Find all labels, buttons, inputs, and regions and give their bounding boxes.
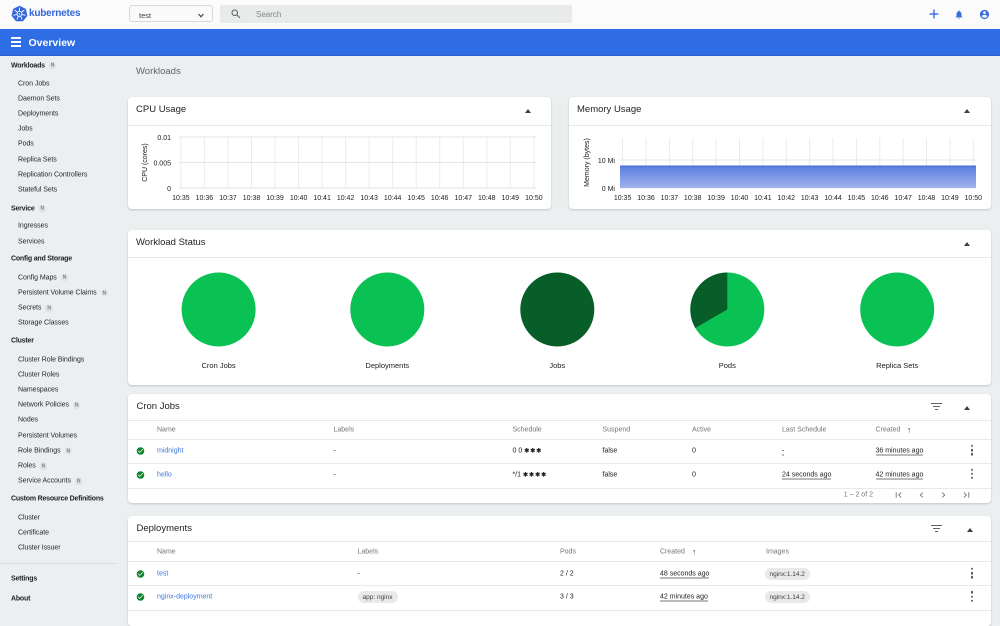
svg-text:0: 0 — [167, 186, 171, 193]
svg-text:10:48: 10:48 — [918, 195, 936, 202]
svg-text:0.005: 0.005 — [153, 161, 171, 168]
svg-text:10:44: 10:44 — [824, 195, 842, 202]
svg-text:10:43: 10:43 — [801, 195, 819, 202]
svg-text:10:42: 10:42 — [337, 195, 355, 202]
svg-text:0.01: 0.01 — [157, 135, 171, 142]
svg-text:10:44: 10:44 — [384, 195, 402, 202]
svg-text:10:50: 10:50 — [525, 195, 543, 202]
svg-text:Pods: Pods — [719, 361, 736, 370]
svg-text:10:35: 10:35 — [172, 195, 190, 202]
svg-text:10:36: 10:36 — [637, 195, 655, 202]
svg-text:10:45: 10:45 — [407, 195, 425, 202]
svg-text:Deployments: Deployments — [365, 361, 409, 370]
svg-text:10:40: 10:40 — [290, 195, 308, 202]
svg-text:10:43: 10:43 — [360, 195, 378, 202]
svg-text:10:38: 10:38 — [243, 195, 261, 202]
svg-text:10:49: 10:49 — [502, 195, 520, 202]
svg-text:Cron Jobs: Cron Jobs — [202, 361, 236, 370]
svg-text:10:40: 10:40 — [731, 195, 749, 202]
svg-text:10:49: 10:49 — [941, 195, 959, 202]
svg-text:10:35: 10:35 — [614, 195, 632, 202]
svg-text:CPU (cores): CPU (cores) — [142, 143, 149, 182]
svg-text:Replica Sets: Replica Sets — [876, 361, 918, 370]
svg-text:10:46: 10:46 — [871, 195, 889, 202]
svg-text:10:45: 10:45 — [848, 195, 866, 202]
svg-text:10:36: 10:36 — [196, 195, 214, 202]
svg-text:10:38: 10:38 — [684, 195, 702, 202]
svg-text:0 Mi: 0 Mi — [602, 186, 616, 193]
svg-text:10:39: 10:39 — [707, 195, 725, 202]
svg-text:10:42: 10:42 — [778, 195, 796, 202]
svg-text:Memory (bytes): Memory (bytes) — [584, 138, 591, 187]
svg-text:10:39: 10:39 — [266, 195, 284, 202]
svg-text:10:48: 10:48 — [478, 195, 496, 202]
svg-text:10:47: 10:47 — [894, 195, 912, 202]
svg-text:10:37: 10:37 — [661, 195, 679, 202]
svg-text:10:37: 10:37 — [219, 195, 237, 202]
svg-text:10:50: 10:50 — [965, 195, 983, 202]
svg-text:10 Mi: 10 Mi — [598, 158, 616, 165]
svg-text:Jobs: Jobs — [549, 361, 565, 370]
svg-text:10:47: 10:47 — [455, 195, 473, 202]
svg-text:10:46: 10:46 — [431, 195, 449, 202]
svg-text:10:41: 10:41 — [754, 195, 772, 202]
svg-text:10:41: 10:41 — [313, 195, 331, 202]
